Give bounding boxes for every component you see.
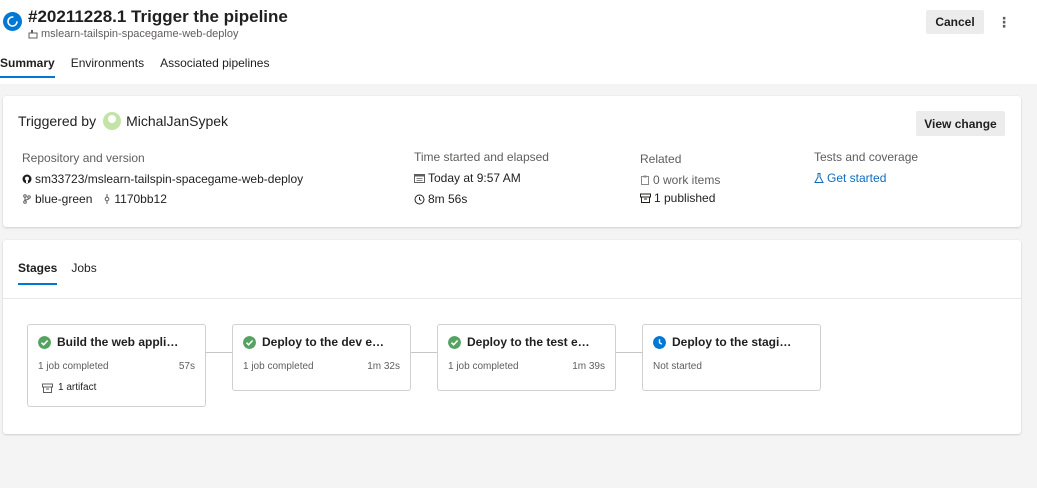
get-started-row[interactable]: Get started xyxy=(814,171,918,185)
stages-card: Stages Jobs Build the web appli… 1 job c… xyxy=(3,240,1021,434)
stage-name: Deploy to the test e… xyxy=(467,335,590,349)
trigger-user[interactable]: MichalJanSypek xyxy=(126,113,228,129)
github-icon xyxy=(22,174,32,184)
tests-label: Tests and coverage xyxy=(814,150,919,164)
tab-stages[interactable]: Stages xyxy=(18,261,58,285)
repo-name[interactable]: mslearn-tailspin-spacegame-web-deploy xyxy=(41,28,238,40)
stage-jobs: 1 job completed xyxy=(243,361,314,372)
stage-duration: 57s xyxy=(178,361,195,372)
artifact-icon xyxy=(640,193,651,203)
flask-icon xyxy=(814,173,824,183)
repo-link[interactable]: sm33723/mslearn-tailspin-spacegame-web-d… xyxy=(35,172,303,186)
commit-icon xyxy=(105,194,110,204)
get-started-link[interactable]: Get started xyxy=(827,171,886,185)
stage-jobs: Not started xyxy=(653,361,702,372)
success-icon xyxy=(38,336,51,349)
run-tabs: Summary Environments Associated pipeline… xyxy=(0,54,285,78)
calendar-icon xyxy=(414,174,425,183)
triggered-by-label: Triggered by xyxy=(18,113,97,129)
artifact-count[interactable]: 1 artifact xyxy=(58,382,96,393)
view-change-button[interactable]: View change xyxy=(916,111,1005,136)
work-items-count: 0 work items xyxy=(653,173,721,187)
stage-deploy-dev[interactable]: Deploy to the dev e… 1 job completed 1m … xyxy=(232,324,411,391)
elapsed-time: 8m 56s xyxy=(428,192,468,206)
repo-icon xyxy=(28,30,38,39)
stage-jobs: 1 job completed xyxy=(38,361,109,372)
published-link[interactable]: 1 published xyxy=(654,191,715,205)
tab-environments[interactable]: Environments xyxy=(71,54,144,76)
success-icon xyxy=(243,336,256,349)
page-title: #20211228.1 Trigger the pipeline xyxy=(28,7,288,26)
stage-name: Build the web appli… xyxy=(57,335,179,349)
stage-connector xyxy=(616,352,643,353)
stage-name: Deploy to the stagi… xyxy=(672,335,792,349)
stage-connector xyxy=(411,352,438,353)
started-time: Today at 9:57 AM xyxy=(428,171,521,185)
cancel-button[interactable]: Cancel xyxy=(926,10,984,34)
time-section: Time started and elapsed Today at 9:57 A… xyxy=(414,150,549,206)
stage-name: Deploy to the dev e… xyxy=(262,335,385,349)
tab-associated-pipelines[interactable]: Associated pipelines xyxy=(160,54,269,76)
clock-icon xyxy=(653,336,666,349)
pipeline-repo: mslearn-tailspin-spacegame-web-deploy xyxy=(28,28,238,40)
repository-section: Repository and version sm33723/mslearn-t… xyxy=(22,151,303,206)
more-actions-icon[interactable]: ⋮ xyxy=(996,12,1012,32)
branch-name[interactable]: blue-green xyxy=(35,192,92,206)
stage-connector xyxy=(206,352,233,353)
run-header: #20211228.1 Trigger the pipeline mslearn… xyxy=(0,0,1037,84)
stage-duration: 1m 39s xyxy=(572,361,605,372)
divider xyxy=(3,298,1021,299)
tab-summary[interactable]: Summary xyxy=(0,54,55,78)
started-row: Today at 9:57 AM xyxy=(414,171,549,185)
repository-label: Repository and version xyxy=(22,151,145,165)
tests-section: Tests and coverage Get started xyxy=(814,150,918,185)
commit-id[interactable]: 1170bb12 xyxy=(114,192,167,206)
summary-card: Triggered by MichalJanSypek View change … xyxy=(3,96,1021,227)
work-items-row: 0 work items xyxy=(640,173,720,187)
avatar xyxy=(103,112,122,130)
clock-icon xyxy=(414,194,425,204)
time-label: Time started and elapsed xyxy=(414,150,549,164)
stages-tabs: Stages Jobs xyxy=(18,261,111,285)
triggered-by: Triggered by MichalJanSypek xyxy=(18,112,228,130)
stage-deploy-staging[interactable]: Deploy to the stagi… Not started xyxy=(642,324,821,391)
artifact-icon xyxy=(42,383,53,393)
related-label: Related xyxy=(640,152,682,166)
success-icon xyxy=(448,336,461,349)
stage-duration: 1m 32s xyxy=(367,361,400,372)
stage-jobs: 1 job completed xyxy=(448,361,519,372)
work-item-icon xyxy=(641,175,649,185)
version-row: blue-green 1170bb12 xyxy=(22,192,303,206)
published-row: 1 published xyxy=(640,191,720,205)
stage-artifact[interactable]: 1 artifact xyxy=(42,382,96,393)
repo-row: sm33723/mslearn-tailspin-spacegame-web-d… xyxy=(22,172,303,186)
related-section: Related 0 work items 1 published xyxy=(640,152,720,205)
elapsed-row: 8m 56s xyxy=(414,192,549,206)
branch-icon xyxy=(23,194,31,204)
stage-deploy-test[interactable]: Deploy to the test e… 1 job completed 1m… xyxy=(437,324,616,391)
stage-build[interactable]: Build the web appli… 1 job completed 57s… xyxy=(27,324,206,407)
run-status-icon xyxy=(3,12,22,31)
tab-jobs[interactable]: Jobs xyxy=(71,261,96,285)
